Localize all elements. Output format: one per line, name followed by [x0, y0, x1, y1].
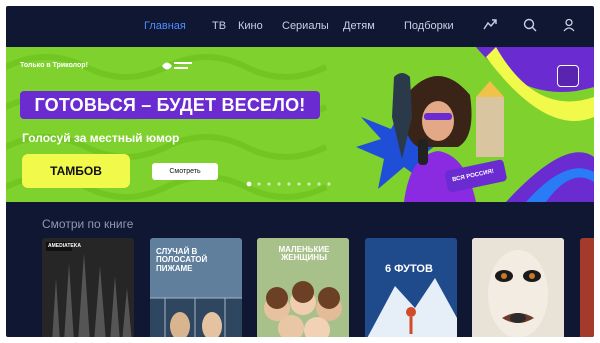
- promo-banner[interactable]: Только в Триколор! ГОТОВЬСЯ – БУДЕТ ВЕСЕ…: [6, 47, 594, 202]
- cast-icon[interactable]: [482, 17, 498, 33]
- carousel-dot[interactable]: [317, 182, 321, 186]
- carousel-dot[interactable]: [327, 182, 331, 186]
- nav-item-collections[interactable]: Подборки: [404, 20, 454, 32]
- profile-icon[interactable]: [561, 17, 577, 33]
- poster-card[interactable]: МАЛЕНЬКИЕ ЖЕНЩИНЫ: [257, 238, 349, 337]
- poster-art: [42, 238, 134, 337]
- poster-art: [472, 238, 564, 337]
- city-select-button[interactable]: ТАМБОВ: [22, 154, 130, 188]
- top-nav: Главная ТВ Кино Сериалы Детям Подборки: [6, 6, 594, 46]
- carousel-dot[interactable]: [307, 182, 311, 186]
- carousel-dot[interactable]: [267, 182, 271, 186]
- poster-card[interactable]: [472, 238, 564, 337]
- banner-subline: Голосуй за местный юмор: [22, 131, 180, 145]
- watch-button[interactable]: Смотреть: [152, 163, 218, 180]
- banner-info-button[interactable]: [557, 65, 579, 87]
- poster-card[interactable]: AMEDIATEKA: [42, 238, 134, 337]
- poster-card[interactable]: 6 ФУТОВ: [365, 238, 457, 337]
- nav-item-home[interactable]: Главная: [144, 20, 186, 32]
- poster-title: МАЛЕНЬКИЕ ЖЕНЩИНЫ: [278, 245, 330, 263]
- carousel-dot[interactable]: [257, 182, 261, 186]
- nav-item-series[interactable]: Сериалы: [282, 20, 329, 32]
- shelf-title: Смотри по книге: [42, 217, 134, 231]
- promo-label: Только в Триколор!: [20, 62, 88, 69]
- banner-headline: ГОТОВЬСЯ – БУДЕТ ВЕСЕЛО!: [20, 91, 320, 119]
- microphone-logo: [162, 62, 192, 70]
- poster-title: 6 ФУТОВ: [385, 263, 433, 275]
- poster-art: [365, 238, 457, 337]
- poster-card[interactable]: [580, 238, 594, 337]
- tv-screen: Главная ТВ Кино Сериалы Детям Подборки Т…: [6, 6, 594, 337]
- search-icon[interactable]: [522, 17, 538, 33]
- nav-item-movies[interactable]: Кино: [238, 20, 263, 32]
- carousel-dot[interactable]: [277, 182, 281, 186]
- carousel-dot[interactable]: [297, 182, 301, 186]
- nav-item-kids[interactable]: Детям: [343, 20, 375, 32]
- poster-card[interactable]: СЛУЧАЙ В ПОЛОСАТОЙ ПИЖАМЕ: [150, 238, 242, 337]
- carousel-dot[interactable]: [287, 182, 291, 186]
- carousel-dots[interactable]: [244, 181, 334, 187]
- carousel-dot[interactable]: [246, 181, 252, 187]
- poster-title: СЛУЧАЙ В ПОЛОСАТОЙ ПИЖАМЕ: [156, 247, 208, 273]
- poster-badge: AMEDIATEKA: [48, 243, 81, 249]
- nav-item-tv[interactable]: ТВ: [212, 20, 226, 32]
